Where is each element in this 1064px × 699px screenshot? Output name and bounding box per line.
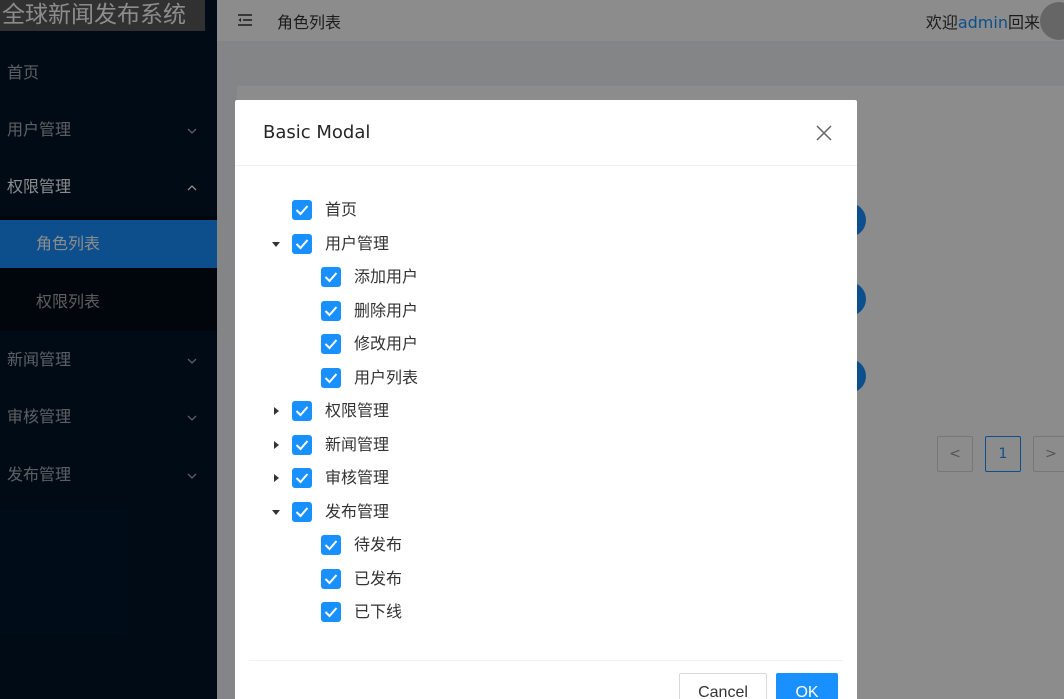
tree-node-label: 删除用户 (354, 301, 419, 320)
tree-node[interactable]: 首页 (269, 196, 669, 224)
tree-node-label: 修改用户 (354, 334, 419, 353)
tree-node[interactable]: 发布管理 (269, 498, 669, 526)
tree-checkbox[interactable] (321, 267, 341, 287)
caret-down-icon[interactable] (269, 498, 283, 526)
tree-node-label: 权限管理 (325, 401, 390, 420)
tree-checkbox[interactable] (292, 234, 312, 254)
tree-node[interactable]: 修改用户 (298, 330, 698, 358)
ok-button[interactable]: OK (776, 673, 838, 699)
permission-modal: Basic Modal 首页用户管理添加用户删除用户修改用户用户列表权限管理新闻… (235, 100, 857, 699)
tree-node-label: 首页 (325, 200, 358, 219)
tree-node-label: 审核管理 (325, 468, 390, 487)
caret-right-icon[interactable] (269, 431, 283, 459)
tree-node[interactable]: 审核管理 (269, 464, 669, 492)
modal-header: Basic Modal (235, 100, 857, 166)
tree-node-label: 添加用户 (354, 267, 419, 286)
caret-right-icon[interactable] (269, 464, 283, 492)
tree-node[interactable]: 权限管理 (269, 397, 669, 425)
tree-checkbox[interactable] (292, 200, 312, 220)
tree-node-label: 已下线 (354, 602, 403, 621)
tree-checkbox[interactable] (292, 468, 312, 488)
tree-checkbox[interactable] (292, 502, 312, 522)
tree-node[interactable]: 添加用户 (298, 263, 698, 291)
tree-node[interactable]: 待发布 (298, 531, 698, 559)
modal-footer: Cancel OK (249, 660, 843, 699)
tree-node-label: 已发布 (354, 569, 403, 588)
tree-node[interactable]: 用户管理 (269, 230, 669, 258)
tree-node-label: 用户列表 (354, 368, 419, 387)
close-icon[interactable] (815, 124, 833, 142)
caret-down-icon[interactable] (269, 230, 283, 258)
tree-checkbox[interactable] (321, 334, 341, 354)
tree-node-label: 发布管理 (325, 502, 390, 521)
tree-checkbox[interactable] (321, 569, 341, 589)
tree-node[interactable]: 新闻管理 (269, 431, 669, 459)
tree-checkbox[interactable] (292, 435, 312, 455)
caret-right-icon[interactable] (269, 397, 283, 425)
tree-node[interactable]: 已发布 (298, 565, 698, 593)
tree-node[interactable]: 已下线 (298, 598, 698, 626)
tree-checkbox[interactable] (321, 602, 341, 622)
tree-node-label: 新闻管理 (325, 435, 390, 454)
tree-checkbox[interactable] (321, 535, 341, 555)
tree-checkbox[interactable] (321, 301, 341, 321)
tree-node[interactable]: 用户列表 (298, 364, 698, 392)
cancel-button[interactable]: Cancel (679, 673, 767, 699)
modal-title: Basic Modal (263, 122, 371, 143)
tree-checkbox[interactable] (292, 401, 312, 421)
tree-checkbox[interactable] (321, 368, 341, 388)
tree-node[interactable]: 删除用户 (298, 297, 698, 325)
tree-node-label: 待发布 (354, 535, 403, 554)
tree-node-label: 用户管理 (325, 234, 390, 253)
